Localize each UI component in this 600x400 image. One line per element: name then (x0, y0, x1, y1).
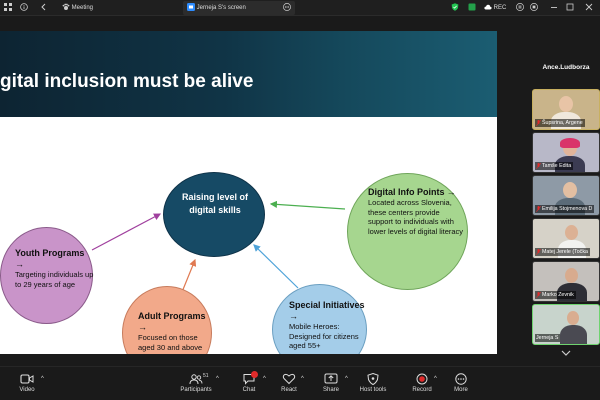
video-options-caret[interactable]: ^ (41, 376, 44, 382)
node-youth-desc: Targeting individuals up to 29 years of … (15, 270, 94, 289)
participants-options-caret[interactable]: ^ (216, 376, 219, 382)
pause-icon[interactable] (516, 3, 524, 13)
participant-tile[interactable]: Matej Jerele (Točka (532, 218, 600, 259)
participant-name-label: Šupsrina, Argene (535, 119, 585, 127)
shield-icon (367, 373, 379, 385)
meeting-tab-label: Meeting (71, 5, 94, 11)
react-label: React (281, 387, 297, 393)
node-youth-arrow: → (15, 259, 24, 269)
node-special-title: Special Initiatives (289, 300, 365, 310)
participant-name-label: Matej Jerele (Točka (535, 248, 590, 256)
node-digital-info-points: Digital Info Points → Located across Slo… (347, 173, 468, 290)
arrow-special-to-center (253, 244, 299, 289)
node-digital-info-desc: Located across Slovenia, these centers p… (368, 198, 464, 236)
participant-name-label: Marko Zevnik (535, 291, 576, 299)
screen-share-tab[interactable]: Jerneja S's screen (183, 1, 295, 15)
meeting-tab[interactable]: Meeting (62, 3, 93, 13)
shared-screen: gital inclusion must be alive Raising le… (0, 31, 497, 354)
minimize-icon[interactable] (550, 3, 558, 13)
meeting-toolbar: Video ^ Participants 51 ^ Chat ^ React ^… (0, 366, 600, 400)
info-icon[interactable] (20, 3, 28, 13)
chat-button[interactable]: Chat (231, 373, 267, 400)
share-button[interactable]: Share (313, 373, 349, 400)
record-label: Record (412, 387, 432, 393)
chat-label: Chat (242, 387, 256, 393)
mic-muted-icon (536, 205, 541, 212)
mic-muted-icon (536, 291, 541, 298)
participants-label: Participants (180, 387, 212, 393)
rec-label: REC (493, 5, 507, 11)
presentation-slide: gital inclusion must be alive Raising le… (0, 31, 497, 354)
participant-name-label: Tamše Edita (535, 162, 574, 170)
node-special-desc: Mobile Heroes: Designed for citizens age… (289, 322, 359, 350)
share-options-caret[interactable]: ^ (345, 376, 348, 382)
participant-tile[interactable]: Emilija Stojmenova D (532, 175, 600, 216)
close-icon[interactable] (585, 3, 593, 13)
screen-share-tab-label: Jerneja S's screen (196, 5, 246, 11)
participants-video-panel: Ance.Ludborza Šupsrina, Argene Tamše Edi… (532, 62, 600, 362)
paw-icon (62, 4, 70, 11)
chat-options-caret[interactable]: ^ (263, 376, 266, 382)
node-youth-programs: Youth Programs → Targeting individuals u… (0, 227, 93, 324)
share-label: Share (322, 387, 339, 393)
mic-muted-icon (536, 119, 541, 126)
node-adult-title: Adult Programs (138, 311, 206, 321)
react-options-caret[interactable]: ^ (301, 376, 304, 382)
arrow-adult-to-center (181, 258, 197, 293)
participant-name-label: Emilija Stojmenova D (535, 205, 595, 213)
record-status[interactable]: REC (484, 3, 506, 13)
participants-icon (189, 374, 203, 385)
record-options-caret[interactable]: ^ (434, 376, 437, 382)
chevron-down-icon[interactable] (560, 348, 572, 358)
node-adult-arrow: → (138, 322, 147, 332)
more-dots-icon[interactable] (283, 1, 291, 15)
cloud-icon (484, 5, 492, 10)
stop-icon[interactable] (530, 3, 538, 13)
node-youth-title: Youth Programs (15, 248, 85, 258)
video-label: Video (19, 387, 35, 393)
node-special-arrow: → (289, 311, 298, 321)
more-options-icon (455, 373, 467, 385)
arrow-digital-info-to-center (269, 200, 346, 210)
security-shield-icon[interactable] (451, 3, 459, 13)
more-button[interactable]: More (443, 373, 479, 400)
more-label: More (454, 387, 468, 393)
video-camera-icon (20, 374, 34, 384)
record-icon (416, 373, 428, 385)
node-center-title: Raising level of digital skills (181, 192, 249, 215)
participant-tile-active-speaker[interactable]: Jerneja S (532, 304, 600, 345)
top-bar: Meeting Jerneja S's screen REC (0, 0, 600, 16)
node-digital-info-arrow: → (446, 187, 456, 197)
participant-name-label: Jerneja S (535, 334, 561, 342)
node-digital-info-title: Digital Info Points (368, 187, 445, 197)
video-button[interactable]: Video (9, 373, 45, 400)
mic-muted-icon (536, 162, 541, 169)
participant-tile[interactable]: Šupsrina, Argene (532, 89, 600, 130)
maximize-icon[interactable] (566, 3, 574, 13)
chat-notification-badge (251, 371, 258, 378)
share-screen-icon (324, 373, 338, 384)
arrow-youth-to-center (91, 213, 162, 251)
participant-tile[interactable]: Tamše Edita (532, 132, 600, 173)
host-tools-button[interactable]: Host tools (355, 373, 391, 400)
host-tools-label: Host tools (359, 387, 387, 393)
participant-tile[interactable]: Marko Zevnik (532, 261, 600, 302)
node-adult-desc: Focused on those aged 30 and above (138, 333, 203, 352)
mic-muted-icon (536, 248, 541, 255)
node-raising-digital-skills: Raising level of digital skills (163, 172, 265, 257)
screen-share-icon (187, 3, 195, 12)
chevron-left-icon[interactable] (40, 3, 48, 13)
participants-count: 51 (203, 373, 209, 379)
green-status-icon (468, 3, 476, 13)
heart-icon (282, 373, 296, 385)
zoom-meeting-window: Meeting Jerneja S's screen REC gital inc… (0, 0, 600, 400)
grid-icon[interactable] (4, 3, 12, 13)
active-speaker-name: Ance.Ludborza (542, 64, 590, 71)
